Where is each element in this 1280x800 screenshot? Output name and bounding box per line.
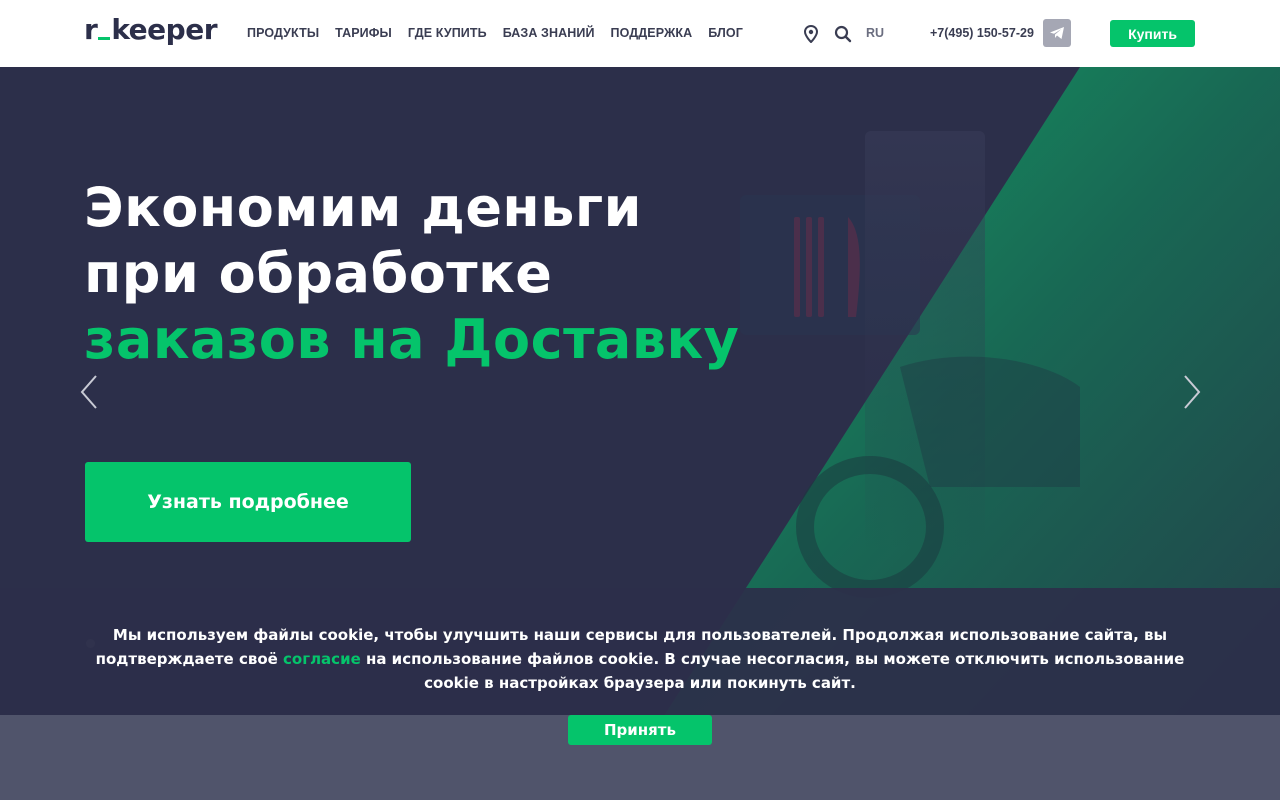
hero-title: Экономим деньги при обработке заказов на… [84, 175, 739, 373]
logo[interactable]: r keeper [84, 13, 218, 46]
search-icon[interactable] [834, 25, 852, 43]
phone-number[interactable]: +7(495) 150-57-29 [930, 26, 1034, 40]
next-slide-arrow[interactable] [1181, 374, 1203, 410]
map-pin-icon[interactable] [803, 25, 819, 43]
logo-right: keeper [111, 13, 218, 46]
nav-item-support[interactable]: ПОДДЕРЖКА [611, 26, 693, 40]
previous-slide-arrow[interactable] [78, 374, 100, 410]
consent-link[interactable]: согласие [283, 650, 361, 668]
cookie-banner: Мы используем файлы cookie, чтобы улучши… [0, 588, 1280, 715]
language-selector[interactable]: RU [866, 26, 884, 40]
buy-button[interactable]: Купить [1110, 20, 1195, 47]
hero-title-line-2: при обработке [84, 242, 553, 305]
main-nav: ПРОДУКТЫ ТАРИФЫ ГДЕ КУПИТЬ БАЗА ЗНАНИЙ П… [247, 26, 743, 40]
nav-item-knowledge-base[interactable]: БАЗА ЗНАНИЙ [503, 26, 595, 40]
hero-title-line-3: заказов на Доставку [84, 308, 740, 371]
cookie-text-after: на использование файлов cookie. В случае… [360, 650, 1185, 692]
learn-more-button[interactable]: Узнать подробнее [85, 462, 411, 542]
telegram-icon [1050, 27, 1064, 39]
site-header: r keeper ПРОДУКТЫ ТАРИФЫ ГДЕ КУПИТЬ БАЗА… [0, 0, 1280, 67]
logo-underscore [98, 37, 111, 40]
nav-item-where-to-buy[interactable]: ГДЕ КУПИТЬ [408, 26, 487, 40]
hero-title-line-1: Экономим деньги [84, 176, 642, 239]
nav-item-blog[interactable]: БЛОГ [708, 26, 743, 40]
nav-item-products[interactable]: ПРОДУКТЫ [247, 26, 319, 40]
nav-item-tariffs[interactable]: ТАРИФЫ [335, 26, 392, 40]
logo-left: r [84, 13, 98, 46]
telegram-button[interactable] [1043, 19, 1071, 47]
cookie-text: Мы используем файлы cookie, чтобы улучши… [80, 623, 1200, 695]
accept-cookies-button[interactable]: Принять [568, 715, 712, 745]
